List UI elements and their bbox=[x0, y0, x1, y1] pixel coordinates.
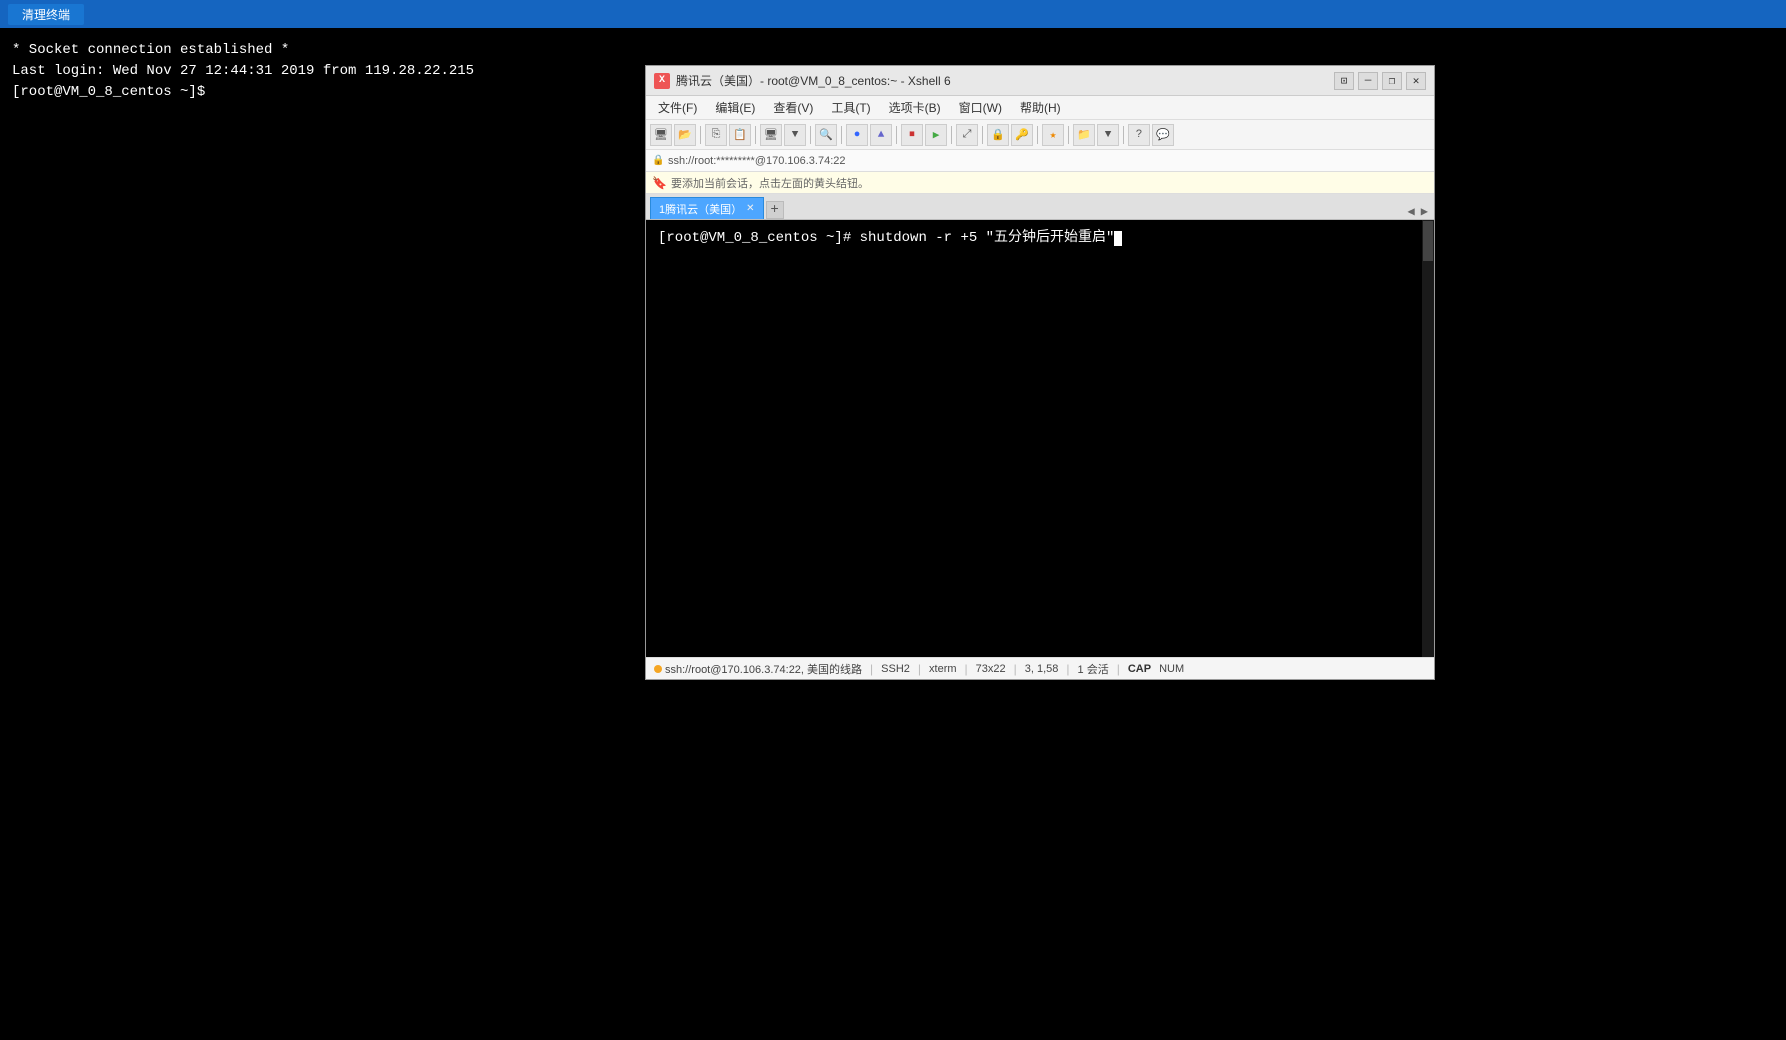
bg-line1: * Socket connection established * bbox=[12, 40, 474, 61]
status-cap: CAP bbox=[1128, 663, 1151, 675]
status-pos: 3, 1,58 bbox=[1025, 663, 1059, 675]
toolbar-chat-btn[interactable]: 💬 bbox=[1152, 124, 1174, 146]
status-num: NUM bbox=[1159, 663, 1184, 675]
tip-icon: 🔖 bbox=[652, 176, 667, 190]
status-sessions: 1 会活 bbox=[1078, 661, 1109, 677]
clear-terminal-button[interactable]: 清理终端 bbox=[8, 4, 84, 25]
toolbar-play-btn[interactable]: ▶ bbox=[925, 124, 947, 146]
terminal-scrollbar[interactable] bbox=[1422, 220, 1434, 657]
window-title: 腾讯云（美国）- root@VM_0_8_centos:~ - Xshell 6 bbox=[676, 72, 951, 89]
toolbar-sep1 bbox=[700, 126, 701, 144]
status-bar: ssh://root@170.106.3.74:22, 美国的线路 | SSH2… bbox=[646, 657, 1434, 679]
extra-icon-button[interactable]: ⊡ bbox=[1334, 72, 1354, 90]
tab-1-close[interactable]: ✕ bbox=[746, 203, 754, 214]
status-connection: ssh://root@170.106.3.74:22, 美国的线路 bbox=[654, 661, 862, 677]
tab-1-label: 1腾讯云（美国） bbox=[659, 201, 742, 217]
bg-terminal-content: * Socket connection established * Last l… bbox=[0, 32, 486, 111]
toolbar-dropdown-btn[interactable]: ▼ bbox=[784, 124, 806, 146]
toolbar-sep10 bbox=[1123, 126, 1124, 144]
toolbar-sep5 bbox=[896, 126, 897, 144]
toolbar-sep4 bbox=[841, 126, 842, 144]
toolbar-terminal-btn[interactable]: 🖥 bbox=[760, 124, 782, 146]
status-dot bbox=[654, 665, 662, 673]
minimize-button[interactable]: — bbox=[1358, 72, 1378, 90]
tab-nav-left[interactable]: ◀ bbox=[1406, 204, 1417, 219]
xshell-window: X 腾讯云（美国）- root@VM_0_8_centos:~ - Xshell… bbox=[645, 65, 1435, 680]
terminal-command: [root@VM_0_8_centos ~]# shutdown -r +5 "… bbox=[658, 228, 1114, 249]
tab-1[interactable]: 1腾讯云（美国） ✕ bbox=[650, 197, 764, 219]
restore-button[interactable]: ❐ bbox=[1382, 72, 1402, 90]
status-sep2: | bbox=[918, 662, 921, 676]
status-sep6: | bbox=[1117, 662, 1120, 676]
toolbar-open-btn[interactable]: 📂 bbox=[674, 124, 696, 146]
toolbar-sep2 bbox=[755, 126, 756, 144]
toolbar-expand-btn[interactable]: ⤢ bbox=[956, 124, 978, 146]
bg-line3: [root@VM_0_8_centos ~]$ bbox=[12, 82, 474, 103]
menu-tools[interactable]: 工具(T) bbox=[823, 97, 878, 118]
top-bar: 清理终端 bbox=[0, 0, 1786, 28]
title-bar: X 腾讯云（美国）- root@VM_0_8_centos:~ - Xshell… bbox=[646, 66, 1434, 96]
close-button[interactable]: ✕ bbox=[1406, 72, 1426, 90]
terminal-area[interactable]: [root@VM_0_8_centos ~]# shutdown -r +5 "… bbox=[646, 220, 1434, 657]
toolbar-key-btn[interactable]: 🔑 bbox=[1011, 124, 1033, 146]
status-connection-text: ssh://root@170.106.3.74:22, 美国的线路 bbox=[665, 661, 862, 677]
menu-help[interactable]: 帮助(H) bbox=[1012, 97, 1069, 118]
toolbar-color-btn[interactable]: ● bbox=[846, 124, 868, 146]
menu-window[interactable]: 窗口(W) bbox=[951, 97, 1010, 118]
bg-line2: Last login: Wed Nov 27 12:44:31 2019 fro… bbox=[12, 61, 474, 82]
status-sep5: | bbox=[1066, 662, 1069, 676]
title-bar-left: X 腾讯云（美国）- root@VM_0_8_centos:~ - Xshell… bbox=[654, 72, 951, 89]
status-sep1: | bbox=[870, 662, 873, 676]
terminal-cursor bbox=[1114, 231, 1122, 246]
toolbar-lock-btn[interactable]: 🔒 bbox=[987, 124, 1009, 146]
toolbar-sep8 bbox=[1037, 126, 1038, 144]
menu-file[interactable]: 文件(F) bbox=[650, 97, 705, 118]
toolbar-folder-btn[interactable]: 📁 bbox=[1073, 124, 1095, 146]
toolbar-dropdown2-btn[interactable]: ▼ bbox=[1097, 124, 1119, 146]
toolbar: 🖥 📂 ⎘ 📋 🖥 ▼ 🔍 ● ▲ ⏹ ▶ ⤢ 🔒 🔑 ★ 📁 ▼ ? 💬 bbox=[646, 120, 1434, 150]
tip-bar: 🔖 要添加当前会话，点击左面的黄头结钮。 bbox=[646, 172, 1434, 194]
status-term: xterm bbox=[929, 663, 957, 675]
menu-edit[interactable]: 编辑(E) bbox=[707, 97, 763, 118]
window-controls: ⊡ — ❐ ✕ bbox=[1334, 72, 1426, 90]
address-bar: 🔒 ssh://root:*********@170.106.3.74:22 bbox=[646, 150, 1434, 172]
menu-view[interactable]: 查看(V) bbox=[765, 97, 821, 118]
toolbar-stop-btn[interactable]: ⏹ bbox=[901, 124, 923, 146]
scrollbar-thumb[interactable] bbox=[1423, 221, 1433, 261]
tab-nav-right[interactable]: ▶ bbox=[1419, 204, 1430, 219]
tab-add-button[interactable]: + bbox=[766, 201, 784, 219]
toolbar-copy-btn[interactable]: ⎘ bbox=[705, 124, 727, 146]
toolbar-color2-btn[interactable]: ▲ bbox=[870, 124, 892, 146]
toolbar-star-btn[interactable]: ★ bbox=[1042, 124, 1064, 146]
address-icon: 🔒 bbox=[652, 155, 664, 167]
toolbar-new-btn[interactable]: 🖥 bbox=[650, 124, 672, 146]
tab-bar: 1腾讯云（美国） ✕ + ◀ ▶ bbox=[646, 194, 1434, 220]
status-size: 73x22 bbox=[976, 663, 1006, 675]
menu-tabs[interactable]: 选项卡(B) bbox=[881, 97, 949, 118]
address-text: ssh://root:*********@170.106.3.74:22 bbox=[668, 155, 846, 167]
toolbar-sep6 bbox=[951, 126, 952, 144]
toolbar-help-btn[interactable]: ? bbox=[1128, 124, 1150, 146]
status-protocol: SSH2 bbox=[881, 663, 910, 675]
status-sep4: | bbox=[1014, 662, 1017, 676]
xshell-icon: X bbox=[654, 73, 670, 89]
status-sep3: | bbox=[965, 662, 968, 676]
tip-text: 要添加当前会话，点击左面的黄头结钮。 bbox=[671, 175, 869, 191]
toolbar-sep3 bbox=[810, 126, 811, 144]
terminal-command-line: [root@VM_0_8_centos ~]# shutdown -r +5 "… bbox=[658, 228, 1422, 249]
toolbar-paste-btn[interactable]: 📋 bbox=[729, 124, 751, 146]
menu-bar: 文件(F) 编辑(E) 查看(V) 工具(T) 选项卡(B) 窗口(W) 帮助(… bbox=[646, 96, 1434, 120]
toolbar-search-btn[interactable]: 🔍 bbox=[815, 124, 837, 146]
toolbar-sep9 bbox=[1068, 126, 1069, 144]
toolbar-sep7 bbox=[982, 126, 983, 144]
